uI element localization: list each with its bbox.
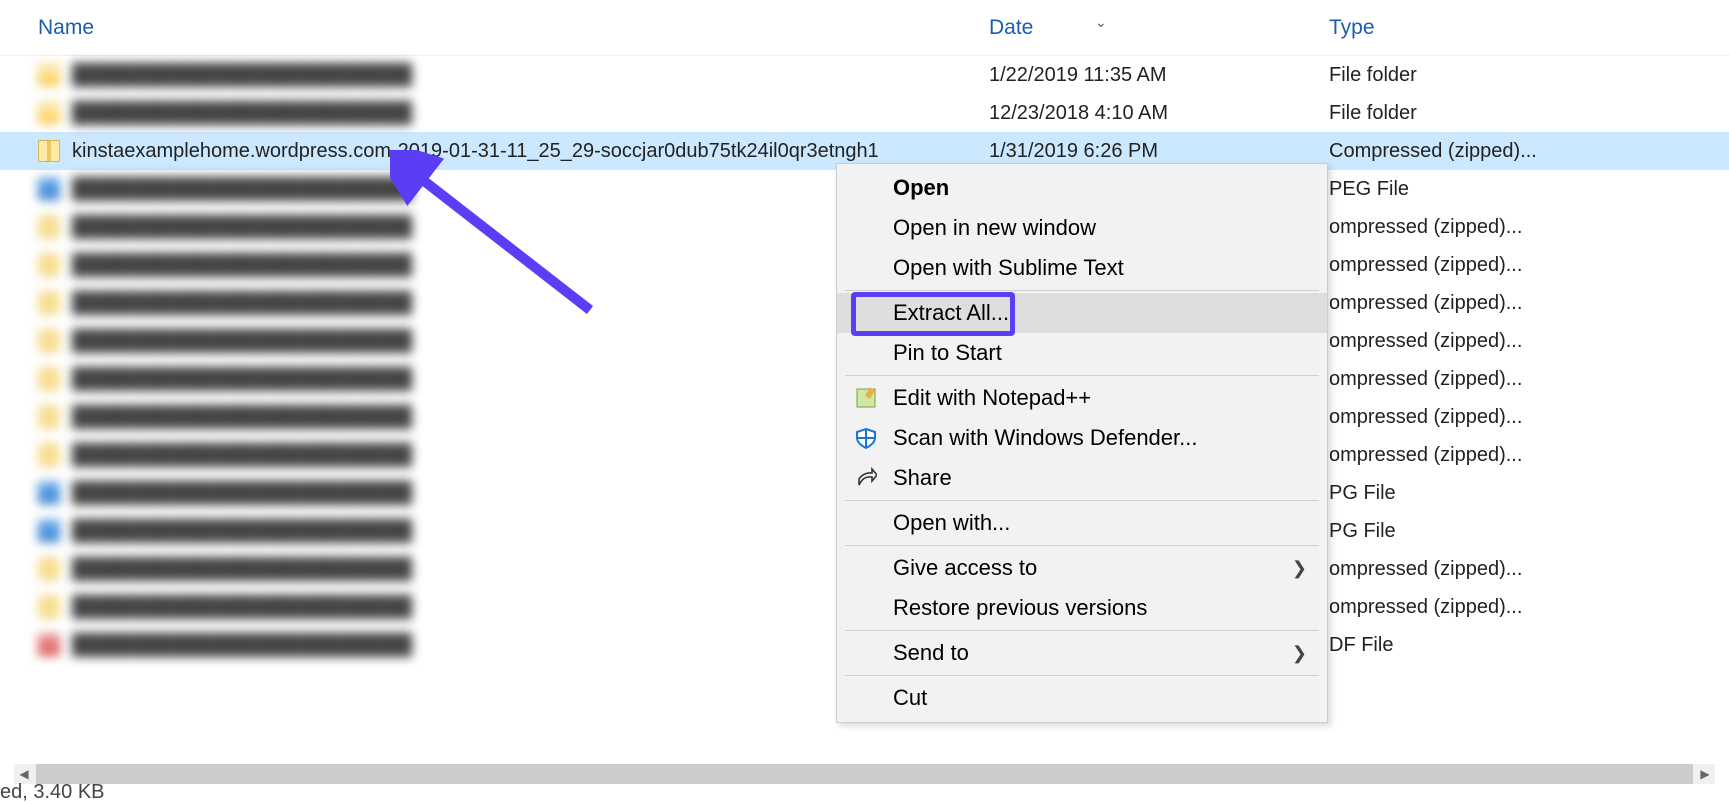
file-type: ompressed (zipped)... [1315,444,1729,467]
jpeg-icon [38,178,60,200]
file-name: ████████████████████████ [72,254,412,277]
ctx-separator [845,545,1319,546]
file-type: PG File [1315,482,1729,505]
file-type: File folder [1315,64,1729,87]
sort-arrow-icon: ⌄ [1095,14,1107,31]
file-type: ompressed (zipped)... [1315,558,1729,581]
column-date-label: Date [989,16,1033,39]
file-name: ████████████████████████ [72,102,412,125]
zip-icon [38,140,60,162]
ctx-open-sublime[interactable]: Open with Sublime Text [837,248,1327,288]
file-type: Compressed (zipped)... [1315,140,1729,163]
ctx-restore-versions[interactable]: Restore previous versions [837,588,1327,628]
zip-icon [38,596,60,618]
file-type: File folder [1315,102,1729,125]
file-type: ompressed (zipped)... [1315,216,1729,239]
file-type: ompressed (zipped)... [1315,596,1729,619]
table-row[interactable]: ████████████████████████ 1/22/2019 11:35 … [0,56,1729,94]
file-name: ████████████████████████ [72,64,412,87]
file-type: ompressed (zipped)... [1315,254,1729,277]
ctx-separator [845,290,1319,291]
file-name: ████████████████████████ [72,520,412,543]
file-type: ompressed (zipped)... [1315,406,1729,429]
chevron-right-icon: ❯ [1292,558,1307,579]
table-row[interactable]: ████████████████████████ 12/23/2018 4:10 … [0,94,1729,132]
ctx-cut[interactable]: Cut [837,678,1327,718]
zip-icon [38,216,60,238]
file-type: DF File [1315,634,1729,657]
file-date: 1/22/2019 11:35 AM [975,64,1315,87]
ctx-open-with[interactable]: Open with... [837,503,1327,543]
file-name: ████████████████████████ [72,178,412,201]
file-date: 12/23/2018 4:10 AM [975,102,1315,125]
zip-icon [38,254,60,276]
pdf-icon [38,634,60,656]
ctx-open-new-window[interactable]: Open in new window [837,208,1327,248]
ctx-send-to[interactable]: Send to ❯ [837,633,1327,673]
zip-icon [38,406,60,428]
file-name: ████████████████████████ [72,292,412,315]
file-name: ████████████████████████ [72,558,412,581]
zip-icon [38,558,60,580]
file-type: PEG File [1315,178,1729,201]
file-name: ████████████████████████ [72,330,412,353]
file-name: ████████████████████████ [72,368,412,391]
ctx-extract-all[interactable]: Extract All... [837,293,1327,333]
column-headers: Name Date ⌄ Type [0,0,1729,56]
ctx-item-label: Scan with Windows Defender... [893,425,1197,451]
file-name: ████████████████████████ [72,482,412,505]
file-name: ████████████████████████ [72,596,412,619]
folder-icon [38,102,60,124]
zip-icon [38,444,60,466]
ctx-item-label: Edit with Notepad++ [893,385,1091,411]
notepadpp-icon [853,385,879,411]
chevron-right-icon: ❯ [1292,643,1307,664]
file-date: 1/31/2019 6:26 PM [975,140,1315,163]
folder-icon [38,64,60,86]
file-name: kinstaexamplehome.wordpress.com-2019-01-… [72,140,879,163]
zip-icon [38,330,60,352]
ctx-item-label: Give access to [893,555,1037,581]
zip-icon [38,292,60,314]
jpeg-icon [38,520,60,542]
ctx-share[interactable]: Share [837,458,1327,498]
ctx-scan-defender[interactable]: Scan with Windows Defender... [837,418,1327,458]
file-type: PG File [1315,520,1729,543]
file-name: ████████████████████████ [72,406,412,429]
file-name: ████████████████████████ [72,216,412,239]
defender-shield-icon [853,425,879,451]
scroll-thumb[interactable] [36,764,1693,784]
scroll-right-button[interactable]: ▶ [1695,764,1715,784]
column-date-header[interactable]: Date ⌄ [975,16,1315,40]
jpeg-icon [38,482,60,504]
file-name: ████████████████████████ [72,634,412,657]
ctx-separator [845,675,1319,676]
ctx-item-label: Send to [893,640,969,666]
file-type: ompressed (zipped)... [1315,368,1729,391]
ctx-item-label: Share [893,465,952,491]
share-icon [853,465,879,491]
ctx-separator [845,630,1319,631]
ctx-give-access-to[interactable]: Give access to ❯ [837,548,1327,588]
ctx-separator [845,375,1319,376]
context-menu: Open Open in new window Open with Sublim… [836,163,1328,723]
ctx-separator [845,500,1319,501]
column-name-header[interactable]: Name [0,16,975,40]
ctx-pin-to-start[interactable]: Pin to Start [837,333,1327,373]
ctx-edit-notepadpp[interactable]: Edit with Notepad++ [837,378,1327,418]
zip-icon [38,368,60,390]
ctx-open[interactable]: Open [837,168,1327,208]
file-name: ████████████████████████ [72,444,412,467]
column-type-header[interactable]: Type [1315,16,1729,40]
horizontal-scrollbar[interactable]: ◀ ▶ [14,764,1715,784]
file-type: ompressed (zipped)... [1315,292,1729,315]
file-type: ompressed (zipped)... [1315,330,1729,353]
